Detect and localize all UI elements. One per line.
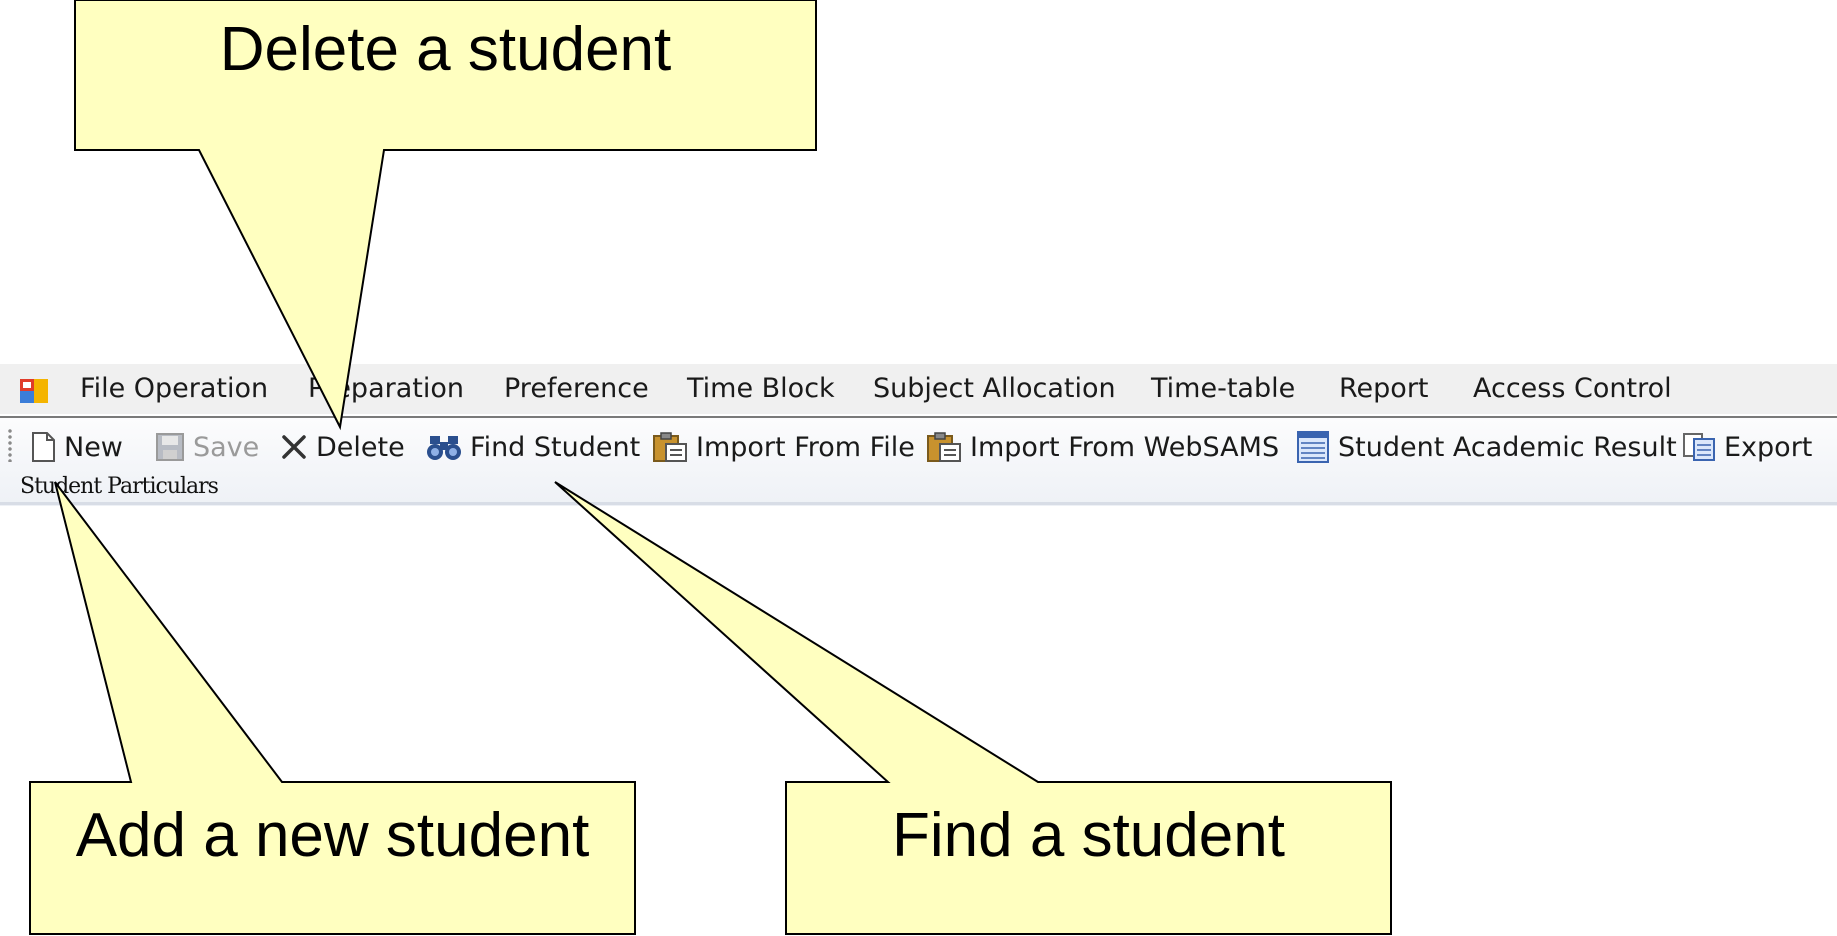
delete-callout-text: Delete a student	[219, 15, 672, 84]
add-callout-text: Add a new student	[75, 801, 590, 870]
find-callout-text: Find a student	[892, 801, 1285, 870]
callouts-layer	[29, 0, 1392, 935]
